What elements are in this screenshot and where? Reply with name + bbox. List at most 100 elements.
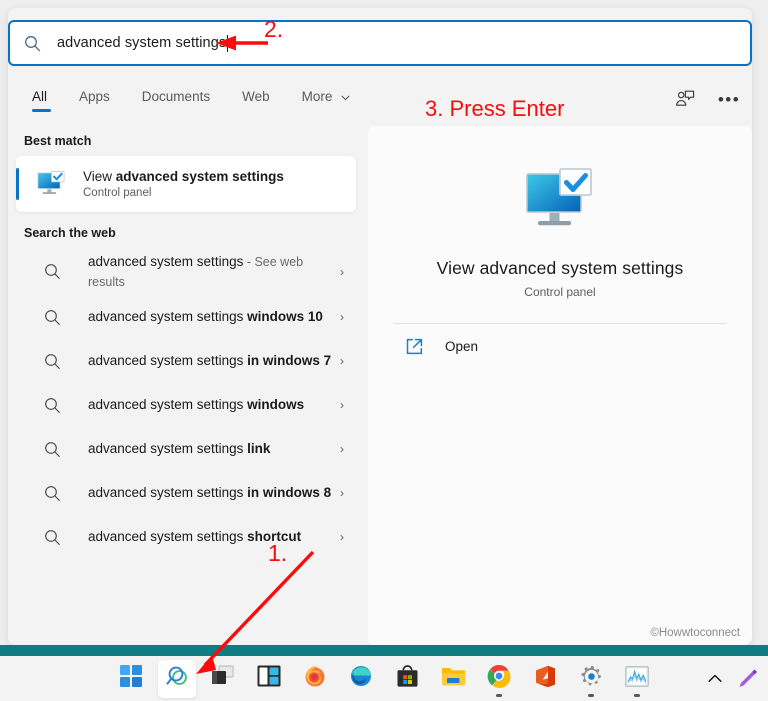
running-indicator	[588, 693, 594, 697]
header-actions: •••	[672, 86, 742, 112]
microsoft-store-icon	[396, 664, 419, 693]
list-item[interactable]: advanced system settings windows ›	[16, 383, 356, 427]
tab-all[interactable]: All	[16, 86, 63, 114]
list-item-label: advanced system settings windows 10	[88, 307, 340, 327]
feedback-person-icon[interactable]	[672, 86, 698, 112]
search-icon	[24, 35, 41, 52]
taskbar	[0, 656, 768, 701]
tab-more[interactable]: More	[286, 86, 367, 114]
more-options-label: •••	[717, 89, 741, 109]
best-match-text: View advanced system settings Control pa…	[83, 169, 284, 200]
system-tray	[700, 656, 762, 701]
taskbar-item-file-explorer[interactable]	[434, 660, 472, 698]
search-icon	[44, 529, 66, 546]
chevron-down-icon	[341, 93, 350, 104]
tab-apps[interactable]: Apps	[63, 86, 126, 114]
list-item-label: advanced system settings link	[88, 439, 340, 459]
search-the-web-label: Search the web	[24, 226, 116, 240]
tab-more-label: More	[301, 89, 333, 104]
task-view-icon	[211, 665, 235, 692]
search-icon	[44, 309, 66, 326]
show-hidden-icons-button[interactable]	[700, 664, 730, 694]
chevron-right-icon: ›	[340, 486, 344, 501]
taskbar-item-chrome[interactable]	[480, 660, 518, 698]
windows-search-screen: advanced system settings All Apps Docume…	[0, 0, 768, 701]
chevron-right-icon: ›	[340, 310, 344, 325]
running-indicator	[496, 693, 502, 697]
list-item-label: advanced system settings in windows 7	[88, 351, 340, 371]
taskbar-item-search[interactable]	[158, 659, 196, 698]
office-icon	[535, 665, 556, 693]
taskbar-item-task-view[interactable]	[204, 660, 242, 698]
tab-all-label: All	[32, 89, 48, 104]
open-action-row[interactable]: Open	[368, 324, 752, 355]
start-icon	[120, 665, 142, 692]
list-item[interactable]: advanced system settings in windows 7 ›	[16, 339, 356, 383]
search-icon	[165, 664, 189, 693]
search-query-text: advanced system settings	[57, 35, 227, 51]
edge-icon	[349, 664, 373, 693]
tab-web[interactable]: Web	[226, 86, 286, 114]
widgets-icon	[257, 665, 281, 692]
text-caret	[227, 34, 229, 52]
chrome-icon	[487, 664, 511, 693]
best-match-title: View advanced system settings	[83, 169, 284, 186]
results-list: Best match View advanced system settings…	[8, 126, 360, 645]
taskbar-item-start[interactable]	[112, 660, 150, 698]
sugg-bold: shortcut	[247, 529, 302, 545]
file-explorer-icon	[441, 666, 466, 692]
tab-documents-label: Documents	[141, 89, 211, 104]
tab-documents[interactable]: Documents	[126, 86, 226, 114]
taskbar-item-widgets[interactable]	[250, 660, 288, 698]
taskbar-item-edge[interactable]	[342, 660, 380, 698]
best-match-label: Best match	[24, 134, 92, 148]
chevron-right-icon: ›	[340, 530, 344, 545]
sugg-bold: link	[247, 441, 271, 457]
taskbar-item-task-manager[interactable]	[618, 660, 656, 698]
pen-icon[interactable]	[732, 664, 762, 694]
search-icon	[44, 263, 66, 280]
list-item[interactable]: advanced system settings shortcut ›	[16, 515, 356, 559]
sugg-bold: windows 10	[247, 309, 323, 325]
list-item[interactable]: advanced system settings link ›	[16, 427, 356, 471]
search-flyout: advanced system settings All Apps Docume…	[8, 8, 752, 645]
preview-subtitle: Control panel	[524, 285, 596, 299]
sugg-normal: advanced system settings	[88, 485, 248, 501]
settings-gear-icon	[580, 665, 603, 693]
list-item-label: advanced system settings shortcut	[88, 527, 340, 547]
taskbar-item-firefox[interactable]	[296, 660, 334, 698]
list-item-label: advanced system settings in windows 8	[88, 483, 340, 503]
taskbar-item-office[interactable]	[526, 660, 564, 698]
taskbar-item-microsoft-store[interactable]	[388, 660, 426, 698]
sugg-normal: advanced system settings	[88, 309, 248, 325]
sugg-normal: advanced system settings	[88, 529, 248, 545]
task-manager-icon	[625, 665, 649, 692]
best-match-title-bold: advanced system settings	[115, 168, 284, 184]
teal-separator-band	[0, 645, 768, 656]
preview-panel: View advanced system settings Control pa…	[368, 126, 752, 645]
watermark: ©Howwtoconnect	[650, 627, 740, 639]
tab-web-label: Web	[242, 89, 270, 104]
best-match-title-prefix: View	[83, 168, 116, 184]
search-icon	[44, 397, 66, 414]
taskbar-item-settings[interactable]	[572, 660, 610, 698]
search-icon	[44, 485, 66, 502]
open-external-icon	[406, 338, 423, 355]
list-item[interactable]: advanced system settings in windows 8 ›	[16, 471, 356, 515]
chevron-right-icon: ›	[340, 398, 344, 413]
sugg-bold: in windows 8	[247, 485, 332, 501]
more-options-icon[interactable]: •••	[716, 86, 742, 112]
firefox-icon	[303, 664, 327, 693]
filter-tabs: All Apps Documents Web More	[16, 86, 366, 114]
chevron-right-icon: ›	[340, 354, 344, 369]
sugg-normal: advanced system settings	[88, 397, 248, 413]
list-item[interactable]: advanced system settings - See web resul…	[16, 248, 356, 295]
search-icon	[44, 353, 66, 370]
search-input[interactable]: advanced system settings	[8, 20, 752, 66]
chevron-right-icon: ›	[340, 442, 344, 457]
sugg-normal: advanced system settings	[88, 254, 244, 269]
search-icon	[44, 441, 66, 458]
best-match-row[interactable]: View advanced system settings Control pa…	[16, 156, 356, 212]
list-item[interactable]: advanced system settings windows 10 ›	[16, 295, 356, 339]
preview-title: View advanced system settings	[436, 258, 684, 278]
